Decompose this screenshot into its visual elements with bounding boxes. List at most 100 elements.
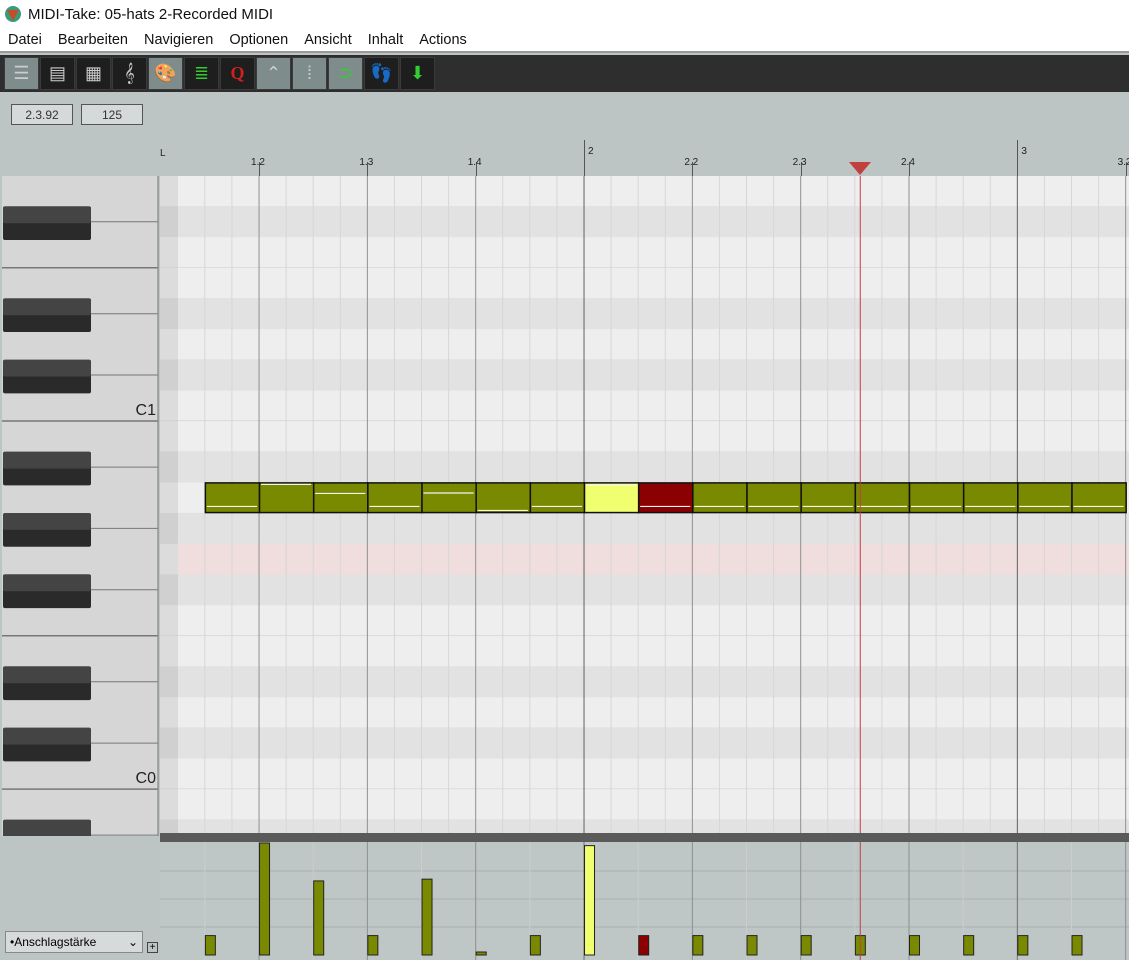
black-key-highlight <box>3 206 91 224</box>
grid-row <box>178 390 1129 422</box>
snap-magnet-button[interactable]: ⊃ <box>328 57 363 90</box>
step-record-icon: 👣 <box>370 63 393 83</box>
loop-start-marker[interactable]: L <box>160 148 166 159</box>
grid-row <box>178 666 1129 698</box>
grid-dots-button[interactable]: ⁞ <box>292 57 327 90</box>
cc-envelope-button[interactable]: ⌃ <box>256 57 291 90</box>
toolbar: ☰ ▤ ▦ 𝄞 🎨 ≣ Q ⌃ ⁞ ⊃ 👣 ⬇ <box>0 55 1129 92</box>
piano-keyboard[interactable]: C1 C0 <box>0 176 160 836</box>
velocity-bar <box>475 951 487 956</box>
note-position-field[interactable]: 2.3.92 <box>11 104 73 125</box>
grid-row <box>178 758 1129 790</box>
velocity-bar <box>584 845 596 956</box>
menu-inhalt[interactable]: Inhalt <box>360 32 411 48</box>
named-notes-button[interactable]: ▤ <box>40 57 75 90</box>
black-key-highlight <box>3 574 91 592</box>
midi-input-button[interactable]: ⬇ <box>400 57 435 90</box>
step-record-button[interactable]: 👣 <box>364 57 399 90</box>
cc-lane-select[interactable]: •Anschlagstärke ⌄ <box>5 931 143 953</box>
midi-input-icon: ⬇ <box>409 63 426 83</box>
velocity-lane[interactable] <box>160 842 1129 960</box>
grid-row-key-shade <box>160 635 178 667</box>
black-key-highlight <box>3 298 91 316</box>
grid-row-key-shade <box>160 390 178 422</box>
ruler-label: 3.2 <box>1117 157 1129 168</box>
ruler-label: 2.2 <box>684 157 699 168</box>
ruler-label: 2 <box>588 146 594 157</box>
grid-row-key-shade <box>160 727 178 759</box>
menu-optionen[interactable]: Optionen <box>221 32 296 48</box>
midi-note <box>1071 482 1127 514</box>
black-key-highlight <box>3 513 91 530</box>
midi-note <box>529 482 586 514</box>
quantize-button[interactable]: Q <box>220 57 255 90</box>
grid-row <box>178 697 1129 728</box>
event-list-button[interactable]: ≣ <box>184 57 219 90</box>
velocity-bar <box>1071 935 1083 956</box>
midi-note <box>204 482 261 514</box>
menu-bar: Datei Bearbeiten Navigieren Optionen Ans… <box>0 28 1129 53</box>
black-key-highlight <box>3 819 91 836</box>
named-notes-icon: ▤ <box>48 63 66 83</box>
grid-row <box>178 789 1129 820</box>
grid-row-key-shade <box>160 451 178 483</box>
velocity-bar <box>909 935 921 956</box>
grid-row <box>178 635 1129 667</box>
menu-ansicht[interactable]: Ansicht <box>296 32 360 48</box>
grid-row-key-shade <box>160 206 178 238</box>
grid-row-key-shade <box>160 697 178 728</box>
grid-row-key-shade <box>160 482 178 514</box>
velocity-bar <box>963 935 975 956</box>
grid-row <box>178 206 1129 238</box>
midi-note <box>962 482 1019 514</box>
playhead-marker[interactable] <box>849 162 872 175</box>
grid-row <box>178 298 1129 330</box>
drum-grid-button[interactable]: ▦ <box>76 57 111 90</box>
velocity-bar <box>367 935 379 956</box>
black-key-highlight <box>3 451 91 469</box>
grid-row-key-shade <box>160 298 178 330</box>
grid-row <box>178 359 1129 391</box>
add-lane-button[interactable]: + <box>147 942 158 953</box>
octave-label: C0 <box>136 770 157 787</box>
window-title: MIDI-Take: 05-hats 2-Recorded MIDI <box>28 5 274 23</box>
piano-roll-grid[interactable] <box>160 176 1129 836</box>
black-key-highlight <box>3 727 91 745</box>
grid-row <box>178 421 1129 452</box>
treble-clef-button[interactable]: 𝄞 <box>112 57 147 90</box>
velocity-bar <box>259 842 271 956</box>
cc-lane-label: •Anschlagstärke <box>10 935 97 949</box>
chevron-down-icon: ⌄ <box>127 935 138 949</box>
lane-divider-handle[interactable] <box>160 833 1129 842</box>
ruler-tick <box>1017 140 1019 176</box>
grid-row <box>178 451 1129 483</box>
black-key-highlight <box>3 666 91 684</box>
grid-row-key-shade <box>160 758 178 790</box>
menu-navigieren[interactable]: Navigieren <box>136 32 221 48</box>
note-velocity-field[interactable]: 125 <box>81 104 143 125</box>
midi-note <box>800 482 857 514</box>
velocity-bar <box>421 878 433 956</box>
piano-roll-icon: ☰ <box>13 63 30 83</box>
black-key-highlight <box>3 359 91 377</box>
midi-note <box>367 482 423 514</box>
midi-note <box>854 482 911 514</box>
grid-row <box>178 176 1129 207</box>
midi-note <box>475 482 532 514</box>
color-palette-button[interactable]: 🎨 <box>148 57 183 90</box>
menu-datei[interactable]: Datei <box>0 32 50 48</box>
velocity-bar <box>692 935 704 956</box>
grid-row <box>178 605 1129 636</box>
midi-note <box>312 482 369 514</box>
grid-row-key-shade <box>160 359 178 391</box>
grid-row-key-shade <box>160 329 178 360</box>
menu-bearbeiten[interactable]: Bearbeiten <box>50 32 136 48</box>
grid-row <box>178 267 1129 299</box>
velocity-bar <box>204 935 216 956</box>
grid-row <box>178 237 1129 268</box>
grid-row <box>178 727 1129 759</box>
timeline-ruler[interactable]: L 1.2 1.3 1.4 2 2.2 2.3 2.4 3 3.2 <box>160 140 1129 176</box>
piano-roll-button[interactable]: ☰ <box>4 57 39 90</box>
menu-actions[interactable]: Actions <box>411 32 475 48</box>
velocity-bar <box>1017 935 1029 956</box>
